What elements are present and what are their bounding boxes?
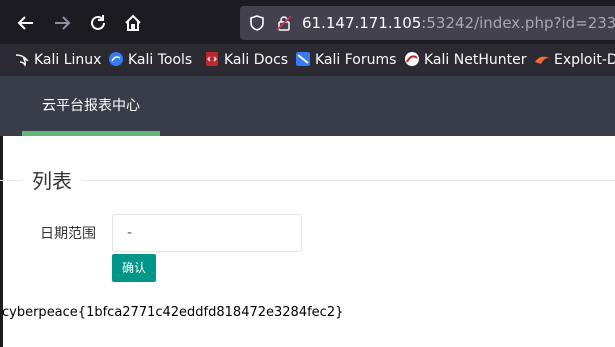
bookmarks-bar: Kali Linux Kali Tools Kali Docs Kali For… — [0, 44, 615, 76]
forward-arrow-icon[interactable] — [51, 12, 73, 34]
kali-forums-icon — [295, 51, 311, 67]
nav-item-report-center[interactable]: 云平台报表中心 — [22, 76, 160, 136]
flag-output-text: cyberpeace{1bfca2771c42eddfd818472e3284f… — [2, 305, 344, 320]
nav-active-indicator — [22, 131, 160, 136]
shield-icon[interactable] — [249, 15, 265, 31]
app-header: 云平台报表中心 — [0, 76, 615, 136]
bookmark-label: Kali Linux — [34, 52, 102, 68]
kali-tools-icon — [108, 51, 124, 67]
bookmark-kali-nethunter[interactable]: Kali NetHunter — [404, 51, 526, 69]
date-range-label: 日期范围 — [40, 226, 96, 242]
bookmark-label: Kali NetHunter — [424, 52, 527, 68]
bookmark-kali-forums[interactable]: Kali Forums — [295, 51, 396, 69]
bookmark-label: Kali Tools — [128, 52, 193, 68]
exploit-db-icon — [534, 51, 550, 67]
url-path: :53242/index.php?id=2333 — [421, 14, 615, 32]
bookmark-exploit-db[interactable]: Exploit-D — [534, 51, 615, 69]
kali-dragon-icon — [14, 51, 30, 67]
date-range-input[interactable] — [112, 214, 302, 252]
home-icon[interactable] — [122, 12, 144, 34]
url-bar[interactable]: 61.147.171.105:53242/index.php?id=2333 — [240, 6, 615, 40]
url-host: 61.147.171.105 — [302, 14, 422, 32]
insecure-lock-icon[interactable] — [276, 15, 292, 31]
back-arrow-icon[interactable] — [15, 12, 37, 34]
browser-toolbar: 61.147.171.105:53242/index.php?id=2333 — [0, 0, 615, 44]
kali-docs-icon — [204, 51, 220, 67]
kali-nethunter-icon — [404, 51, 420, 67]
bookmark-label: Exploit-D — [554, 52, 615, 68]
reload-icon[interactable] — [87, 12, 109, 34]
fieldset-divider — [0, 180, 615, 181]
bookmark-label: Kali Forums — [315, 52, 397, 68]
bookmark-label: Kali Docs — [224, 52, 289, 68]
fieldset-legend: 列表 — [22, 168, 82, 194]
url-text[interactable]: 61.147.171.105:53242/index.php?id=2333 — [302, 14, 615, 32]
bookmark-kali-docs[interactable]: Kali Docs — [204, 51, 288, 69]
bookmark-kali-linux[interactable]: Kali Linux — [14, 51, 101, 69]
bookmark-kali-tools[interactable]: Kali Tools — [108, 51, 192, 69]
nav-item-label: 云平台报表中心 — [42, 98, 140, 114]
confirm-button[interactable]: 确认 — [112, 254, 156, 282]
